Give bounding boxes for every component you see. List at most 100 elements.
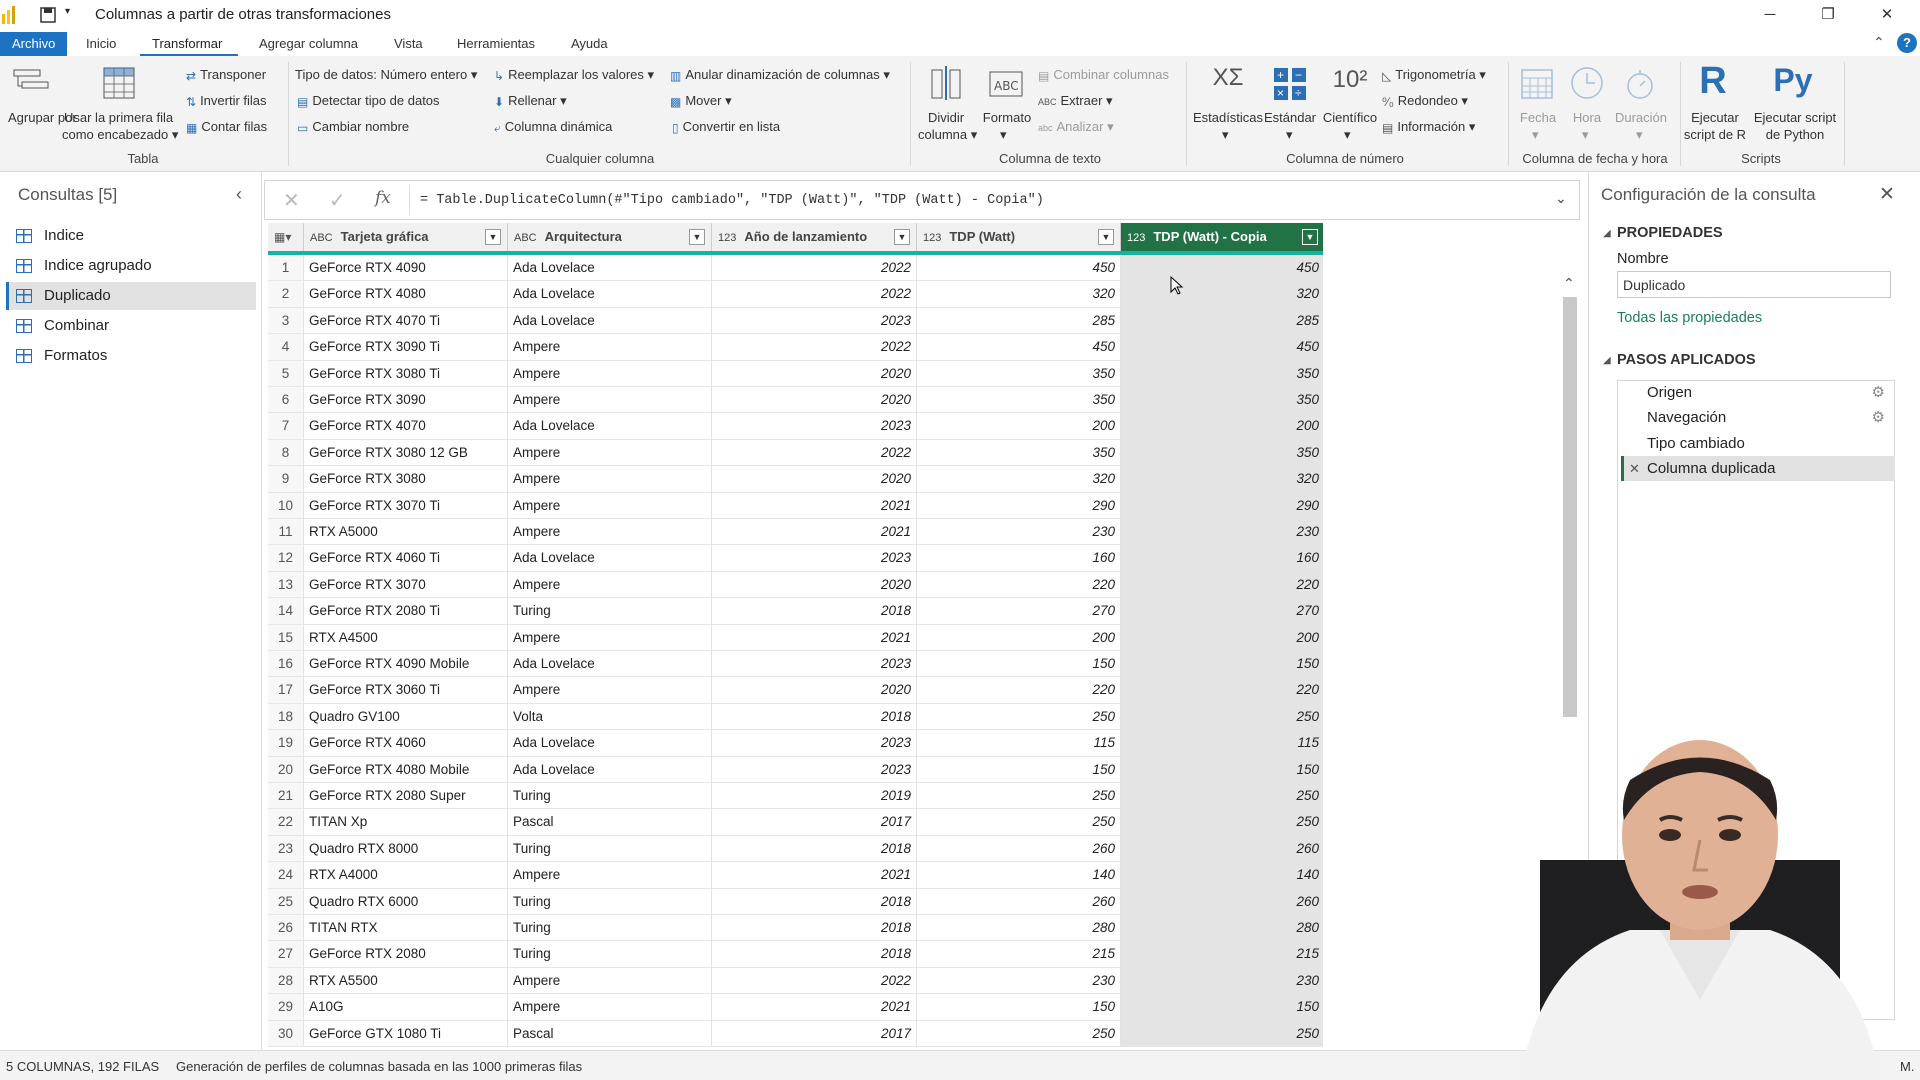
table-cell[interactable]: GeForce RTX 3090 Ti bbox=[304, 334, 508, 361]
table-cell[interactable]: RTX A5000 bbox=[304, 519, 508, 546]
time-dropdown-icon[interactable]: ▾ bbox=[1582, 127, 1589, 143]
table-cell[interactable]: Ada Lovelace bbox=[508, 413, 712, 440]
query-item-indice[interactable]: Indice bbox=[6, 222, 256, 250]
table-cell[interactable]: 250 bbox=[917, 1020, 1121, 1047]
column-type-icon[interactable]: 123 bbox=[923, 232, 941, 244]
table-cell[interactable]: Ada Lovelace bbox=[508, 545, 712, 572]
row-index[interactable]: 25 bbox=[268, 888, 304, 915]
table-cell[interactable]: GeForce RTX 3090 bbox=[304, 387, 508, 414]
row-index[interactable]: 16 bbox=[268, 651, 304, 678]
collapse-ribbon-icon[interactable]: ⌃ bbox=[1873, 34, 1885, 51]
table-cell[interactable]: Ada Lovelace bbox=[508, 307, 712, 335]
time-button[interactable]: Hora bbox=[1567, 110, 1607, 126]
split-column-button[interactable]: Dividir bbox=[918, 110, 974, 126]
table-cell[interactable]: Pascal bbox=[508, 809, 712, 836]
table-cell[interactable]: Ampere bbox=[508, 967, 712, 995]
table-cell[interactable]: 285 bbox=[1121, 307, 1323, 335]
table-cell[interactable]: 2020 bbox=[712, 571, 917, 599]
gear-icon[interactable]: ⚙ bbox=[1872, 380, 1885, 405]
table-cell[interactable]: 230 bbox=[917, 519, 1121, 546]
filter-dropdown-icon[interactable]: ▼ bbox=[689, 229, 705, 245]
table-cell[interactable]: 200 bbox=[1121, 624, 1323, 651]
table-cell[interactable]: GeForce RTX 3070 bbox=[304, 571, 508, 599]
row-index[interactable]: 30 bbox=[268, 1020, 304, 1047]
table-cell[interactable]: 230 bbox=[1121, 967, 1323, 995]
table-cell[interactable]: 2022 bbox=[712, 255, 917, 282]
table-cell[interactable]: GeForce RTX 3070 Ti bbox=[304, 492, 508, 519]
row-index[interactable]: 3 bbox=[268, 307, 304, 335]
table-cell[interactable]: Ada Lovelace bbox=[508, 756, 712, 783]
statistics-button[interactable]: Estadísticas bbox=[1192, 110, 1264, 126]
gear-icon[interactable]: ⚙ bbox=[1872, 405, 1885, 430]
row-index[interactable]: 26 bbox=[268, 915, 304, 942]
table-cell[interactable]: Ampere bbox=[508, 677, 712, 704]
table-cell[interactable]: Turing bbox=[508, 888, 712, 915]
table-cell[interactable]: 150 bbox=[917, 994, 1121, 1021]
delete-step-icon[interactable]: ✕ bbox=[1629, 456, 1640, 481]
table-cell[interactable]: 290 bbox=[917, 492, 1121, 519]
table-cell[interactable]: GeForce RTX 2080 Super bbox=[304, 783, 508, 810]
table-cell[interactable]: GeForce RTX 2080 bbox=[304, 941, 508, 968]
column-type-icon[interactable]: 123 bbox=[1127, 232, 1145, 244]
pivot-column-button[interactable]: ⤶ Columna dinámica bbox=[494, 119, 612, 136]
filter-dropdown-icon[interactable]: ▼ bbox=[485, 229, 501, 245]
table-cell[interactable]: TITAN RTX bbox=[304, 915, 508, 942]
move-button[interactable]: ▩ Mover ▾ bbox=[670, 93, 732, 110]
scroll-up-icon[interactable]: ⌃ bbox=[1563, 275, 1575, 292]
row-index[interactable]: 20 bbox=[268, 756, 304, 783]
menu-transformar[interactable]: Transformar bbox=[144, 34, 230, 54]
row-index[interactable]: 19 bbox=[268, 730, 304, 757]
filter-dropdown-icon[interactable]: ▼ bbox=[1302, 229, 1318, 245]
table-cell[interactable]: 250 bbox=[1121, 1020, 1323, 1047]
table-cell[interactable]: 250 bbox=[1121, 783, 1323, 810]
status-profiling[interactable]: Generación de perfiles de columnas basad… bbox=[176, 1059, 582, 1074]
table-cell[interactable]: 2020 bbox=[712, 360, 917, 387]
table-cell[interactable]: 290 bbox=[1121, 492, 1323, 519]
query-name-input[interactable]: Duplicado bbox=[1617, 271, 1891, 298]
date-button[interactable]: Fecha bbox=[1518, 110, 1558, 126]
table-cell[interactable]: 2020 bbox=[712, 466, 917, 493]
properties-collapse-icon[interactable]: ◢ bbox=[1603, 228, 1611, 239]
table-cell[interactable]: 2018 bbox=[712, 835, 917, 863]
menu-vista[interactable]: Vista bbox=[386, 34, 431, 54]
table-cell[interactable]: 2021 bbox=[712, 492, 917, 519]
query-item-duplicado[interactable]: Duplicado bbox=[6, 282, 256, 310]
table-cell[interactable]: 140 bbox=[917, 862, 1121, 889]
table-cell[interactable]: GeForce RTX 3080 12 GB bbox=[304, 439, 508, 467]
table-cell[interactable]: 2020 bbox=[712, 677, 917, 704]
table-cell[interactable]: 320 bbox=[1121, 466, 1323, 493]
scientific-dropdown-icon[interactable]: ▾ bbox=[1344, 127, 1351, 143]
table-cell[interactable]: 220 bbox=[917, 677, 1121, 704]
table-cell[interactable]: 200 bbox=[917, 413, 1121, 440]
table-cell[interactable]: 2021 bbox=[712, 862, 917, 889]
rename-button[interactable]: ▭ Cambiar nombre bbox=[297, 119, 409, 136]
table-cell[interactable]: 2021 bbox=[712, 624, 917, 651]
help-icon[interactable]: ? bbox=[1897, 33, 1917, 53]
table-cell[interactable]: GeForce RTX 4070 bbox=[304, 413, 508, 440]
steps-collapse-icon[interactable]: ◢ bbox=[1603, 355, 1611, 366]
information-button[interactable]: ▤ Información ▾ bbox=[1382, 119, 1475, 136]
table-cell[interactable]: 450 bbox=[917, 255, 1121, 282]
statistics-dropdown-icon[interactable]: ▾ bbox=[1222, 127, 1229, 143]
table-cell[interactable]: Turing bbox=[508, 915, 712, 942]
all-properties-link[interactable]: Todas las propiedades bbox=[1617, 310, 1762, 326]
row-index[interactable]: 18 bbox=[268, 703, 304, 731]
table-cell[interactable]: 2022 bbox=[712, 334, 917, 361]
table-cell[interactable]: 200 bbox=[1121, 413, 1323, 440]
menu-agregar-columna[interactable]: Agregar columna bbox=[251, 34, 366, 54]
table-cell[interactable]: 2022 bbox=[712, 439, 917, 467]
row-index[interactable]: 7 bbox=[268, 413, 304, 440]
table-cell[interactable]: 450 bbox=[1121, 255, 1323, 282]
row-index[interactable]: 4 bbox=[268, 334, 304, 361]
table-cell[interactable]: 2019 bbox=[712, 783, 917, 810]
table-corner-menu[interactable]: ▦▾ bbox=[268, 223, 304, 251]
column-type-icon[interactable]: 123 bbox=[718, 232, 736, 244]
table-cell[interactable]: Volta bbox=[508, 703, 712, 731]
table-cell[interactable]: 230 bbox=[917, 967, 1121, 995]
table-cell[interactable]: Quadro RTX 8000 bbox=[304, 835, 508, 863]
table-cell[interactable]: GeForce RTX 2080 Ti bbox=[304, 598, 508, 625]
table-cell[interactable]: GeForce RTX 4060 bbox=[304, 730, 508, 757]
query-item-indice-agrupado[interactable]: Indice agrupado bbox=[6, 252, 256, 280]
table-cell[interactable]: 450 bbox=[917, 334, 1121, 361]
table-cell[interactable]: Ampere bbox=[508, 862, 712, 889]
